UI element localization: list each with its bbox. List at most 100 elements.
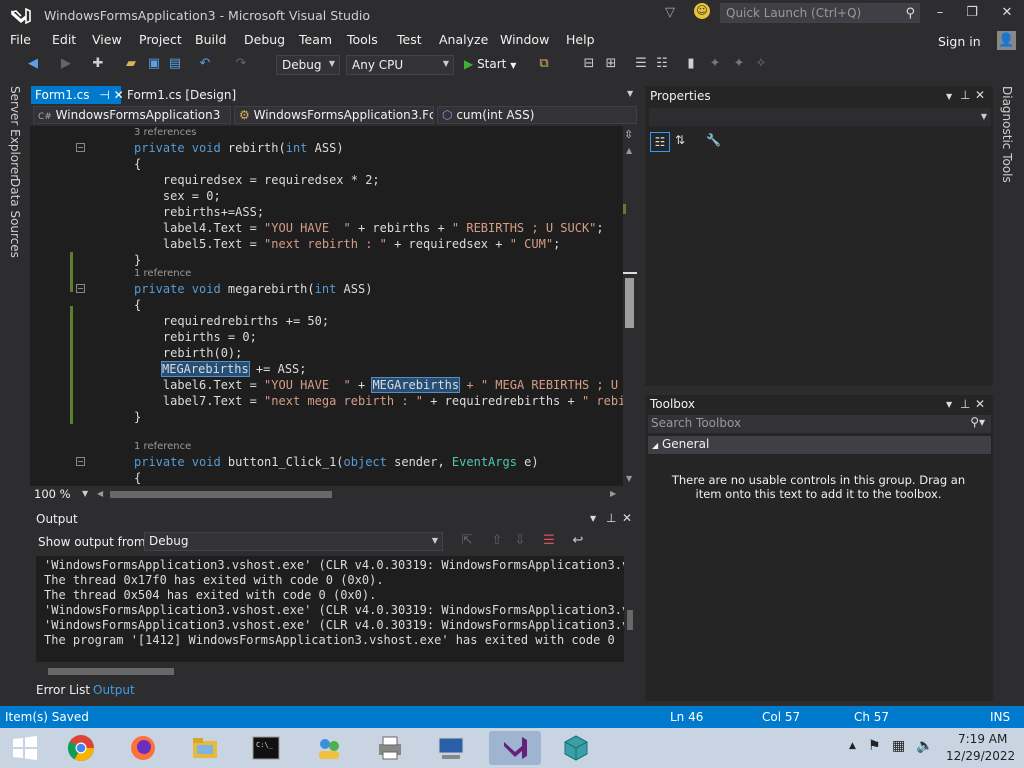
categorized-icon[interactable]: ☷ [650,132,670,152]
prev-message-icon[interactable]: ⇧ [488,533,506,548]
dropdown-icon[interactable]: ▼ [946,92,952,101]
close-icon[interactable]: ✕ [975,88,985,102]
menu-test[interactable]: Test [397,32,422,47]
references-codelens[interactable]: 1 reference [134,441,191,452]
dropdown-icon[interactable]: ▼ [590,514,596,523]
bookmark-icon[interactable]: ▮ [682,56,700,71]
scroll-left-icon[interactable]: ◀ [97,489,103,498]
quick-launch-input[interactable]: Quick Launch (Ctrl+Q) ⚲ [720,3,920,23]
tab-form1-design[interactable]: Form1.cs [Design] [123,86,240,104]
server-explorer-tab[interactable]: Server Explorer [8,86,22,179]
horizontal-scroll-thumb[interactable] [48,668,174,675]
menu-edit[interactable]: Edit [52,32,76,47]
new-project-icon[interactable]: ✚ [89,56,107,71]
close-window-button[interactable]: ✕ [997,5,1017,20]
save-all-icon[interactable]: ▤ [166,56,184,71]
next-bookmark-icon[interactable]: ✦ [730,56,748,71]
toolbox-search-input[interactable]: Search Toolbox ⚲▾ [648,415,991,433]
menu-build[interactable]: Build [195,32,226,47]
pin-icon[interactable]: ⊥ [606,511,616,525]
tab-error-list[interactable]: Error List [36,683,90,697]
close-icon[interactable]: ✕ [622,511,632,525]
tab-form1-cs[interactable]: Form1.cs ⊣ ✕ [31,86,124,104]
tab-output[interactable]: Output [93,683,135,697]
zoom-level[interactable]: 100 % [34,487,71,501]
diagnostic-tools-tab[interactable]: Diagnostic Tools [1000,86,1014,183]
clock-time[interactable]: 7:19 AM [958,732,1007,746]
scroll-right-icon[interactable]: ▶ [610,489,616,498]
undo-icon[interactable]: ↶ [196,56,214,71]
filter-icon[interactable]: ▽ [665,5,675,20]
class-dropdown[interactable]: ⚙ WindowsFormsApplication3.Fc [234,106,434,124]
clear-all-icon[interactable]: ☰ [540,533,558,548]
firefox-icon[interactable] [120,731,166,765]
property-pages-icon[interactable]: 🔧 [706,133,721,147]
maximize-button[interactable]: ❐ [962,5,982,20]
file-explorer-icon[interactable] [182,731,228,765]
minimize-button[interactable]: – [930,5,950,20]
references-codelens[interactable]: 3 references [134,127,197,138]
redo-icon[interactable]: ↷ [232,56,250,71]
word-wrap-icon[interactable]: ↩ [569,533,587,548]
pin-icon[interactable]: ⊥ [960,88,970,102]
find-message-icon[interactable]: ⇱ [458,533,476,548]
class-view-icon[interactable]: ⊞ [602,56,620,71]
clear-bookmarks-icon[interactable]: ✧ [752,56,770,71]
show-hidden-icons[interactable]: ▲ [849,741,856,751]
network-users-icon[interactable] [306,731,352,765]
dropdown-icon[interactable]: ▼ [946,400,952,409]
outdent-icon[interactable]: ☷ [653,56,671,71]
visual-studio-taskbar-icon[interactable] [489,731,541,765]
open-file-icon[interactable]: ▰ [122,56,140,71]
menu-debug[interactable]: Debug [244,32,285,47]
scroll-down-icon[interactable]: ▼ [626,474,632,483]
solution-explorer-icon[interactable]: ⊟ [580,56,598,71]
user-avatar-icon[interactable]: 👤 [997,31,1016,50]
references-codelens[interactable]: 1 reference [134,268,191,279]
remote-desktop-icon[interactable] [428,731,474,765]
object-select[interactable]: ▼ [649,108,991,126]
pin-icon[interactable]: ⊣ [99,88,109,102]
menu-view[interactable]: View [92,32,122,47]
sign-in-link[interactable]: Sign in [938,34,981,49]
indent-icon[interactable]: ☰ [632,56,650,71]
network-icon[interactable]: ▦ [892,738,905,754]
close-icon[interactable]: ✕ [975,397,985,411]
collapse-icon[interactable]: − [76,284,85,293]
toolbox-group-general[interactable]: ◢ General [648,436,991,454]
output-vertical-scrollbar[interactable] [624,556,636,662]
menu-help[interactable]: Help [566,32,595,47]
split-icon[interactable]: ⇳ [624,128,633,141]
prev-bookmark-icon[interactable]: ✦ [706,56,724,71]
data-sources-tab[interactable]: Data Sources [8,178,22,258]
menu-project[interactable]: Project [139,32,182,47]
printer-icon[interactable] [367,731,413,765]
output-source-select[interactable]: Debug ▼ [144,532,443,551]
scroll-thumb[interactable] [625,278,634,328]
back-icon[interactable]: ◀ [24,56,42,71]
menu-tools[interactable]: Tools [347,32,378,47]
chrome-icon[interactable] [58,731,104,765]
menu-team[interactable]: Team [299,32,332,47]
solution-platform-select[interactable]: Any CPU ▼ [346,55,454,75]
pin-icon[interactable]: ⊥ [960,397,970,411]
menu-file[interactable]: File [10,32,31,47]
save-icon[interactable]: ▣ [145,56,163,71]
collapse-icon[interactable]: − [76,457,85,466]
output-horizontal-scrollbar[interactable] [36,664,624,678]
menu-analyze[interactable]: Analyze [439,32,488,47]
volume-icon[interactable]: 🔈 [916,738,933,754]
editor-vertical-scrollbar[interactable]: ⇳ ▲ ▼ [623,126,637,486]
scroll-up-icon[interactable]: ▲ [626,146,632,155]
clock-date[interactable]: 12/29/2022 [946,749,1015,763]
app-cube-icon[interactable] [553,731,599,765]
menu-window[interactable]: Window [500,32,549,47]
horizontal-scroll-thumb[interactable] [110,491,332,498]
windows-start-icon[interactable] [2,731,48,765]
start-debugging-button[interactable]: ▶ Start ▼ [464,57,516,71]
project-dropdown[interactable]: C# WindowsFormsApplication3 [33,106,231,124]
browser-link-icon[interactable]: ⧉ [535,56,553,71]
next-message-icon[interactable]: ⇩ [511,533,529,548]
command-prompt-icon[interactable]: C:\_ [243,731,289,765]
output-text[interactable]: 'WindowsFormsApplication3.vshost.exe' (C… [36,556,628,662]
